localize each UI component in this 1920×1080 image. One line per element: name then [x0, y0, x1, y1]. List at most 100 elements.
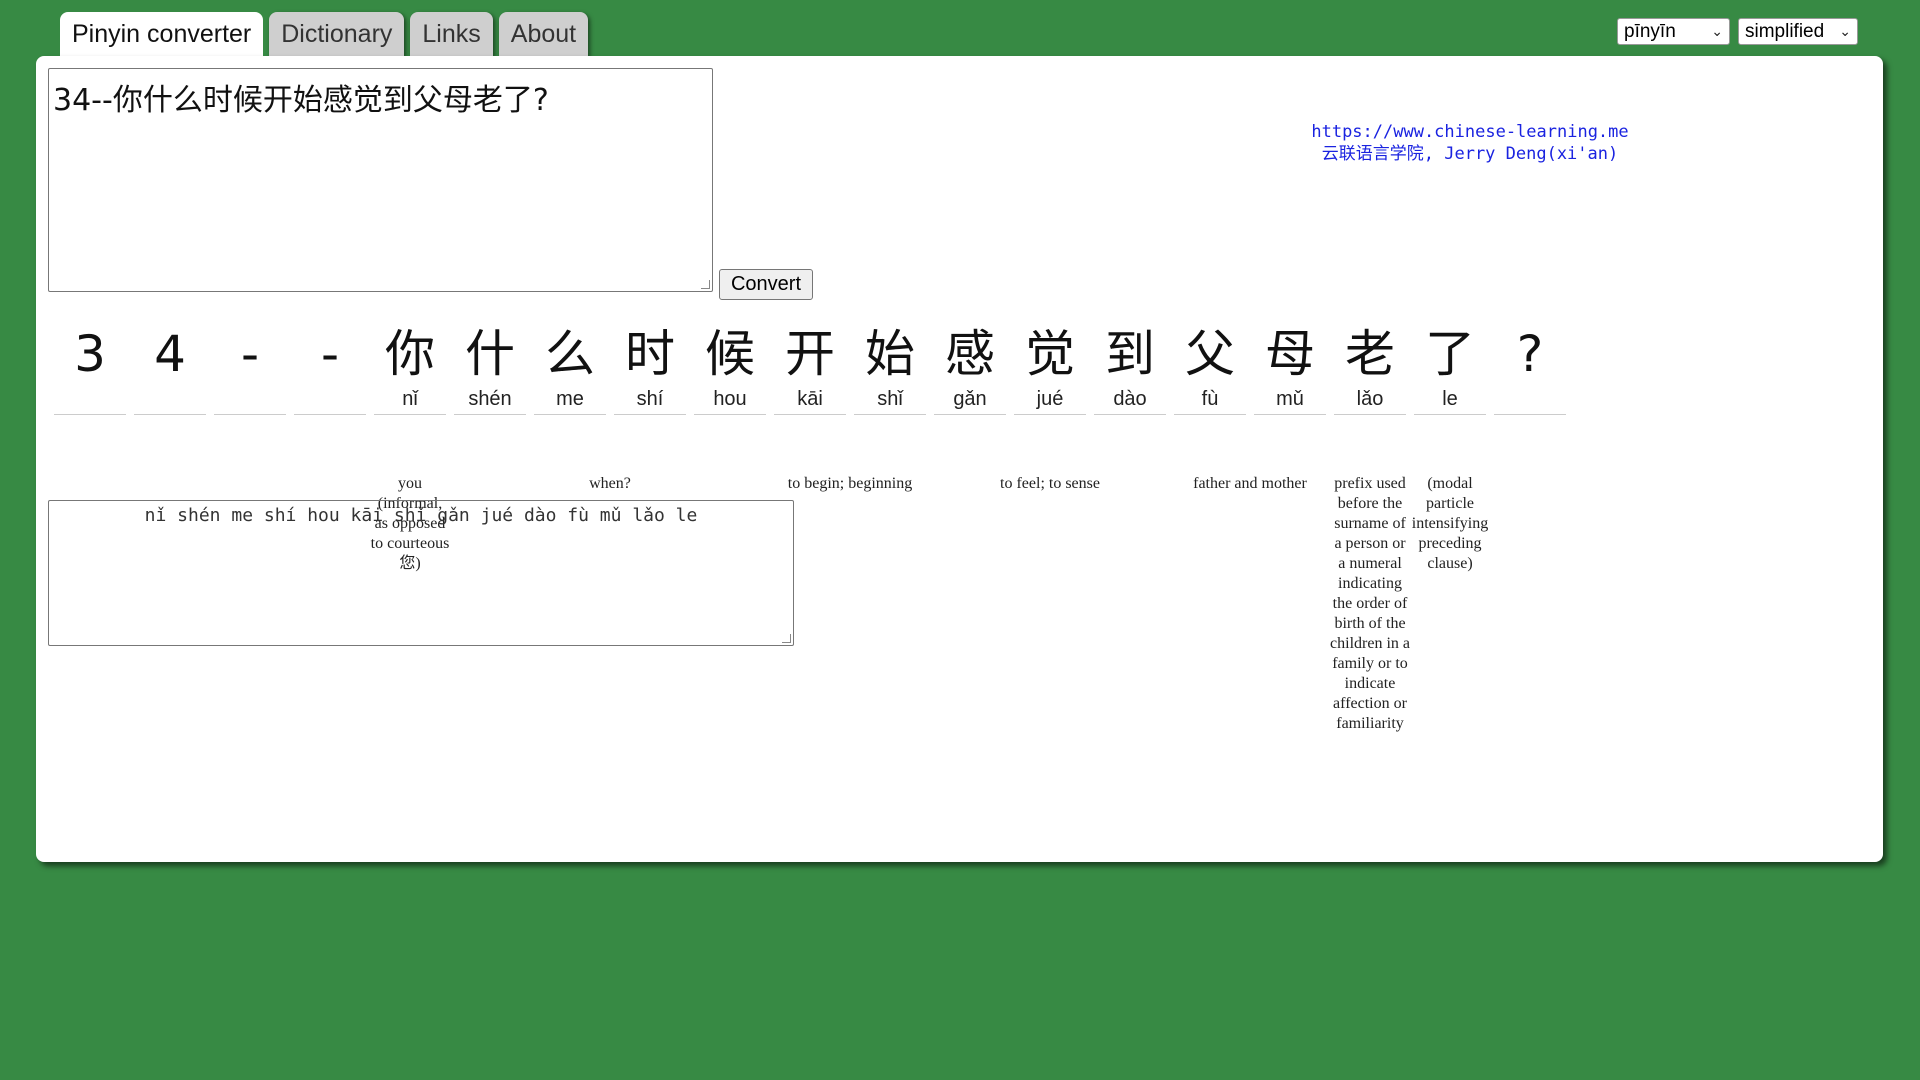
- char-column: 老 lǎo: [1330, 324, 1410, 415]
- tab-about[interactable]: About: [498, 12, 589, 56]
- hanzi-char: 始: [865, 325, 915, 383]
- pinyin-output-textarea[interactable]: nǐ shén me shí hou kāi shǐ gǎn jué dào f…: [48, 500, 794, 646]
- column-rule: [214, 414, 286, 415]
- hanzi-char: 4: [154, 325, 186, 383]
- hanzi-char: 觉: [1025, 325, 1075, 383]
- resize-handle-icon[interactable]: [782, 634, 791, 643]
- pinyin-syllable: shǐ: [877, 388, 903, 410]
- pinyin-syllable: jué: [1036, 388, 1064, 410]
- resize-handle-icon[interactable]: [701, 280, 710, 289]
- column-rule: [454, 414, 526, 415]
- char-column: 么 me: [530, 324, 610, 415]
- pinyin-syllable: gǎn: [953, 388, 987, 410]
- char-column: 3: [50, 324, 130, 415]
- column-rule: [54, 414, 126, 415]
- hanzi-char: -: [240, 325, 260, 383]
- column-rule: [1254, 414, 1326, 415]
- chevron-down-icon: ⌄: [1711, 23, 1723, 39]
- tab-links[interactable]: Links: [410, 12, 493, 56]
- column-rule: [1494, 414, 1566, 415]
- hanzi-char: -: [320, 325, 340, 383]
- pinyin-syllable: mǔ: [1276, 388, 1304, 410]
- column-rule: [1014, 414, 1086, 415]
- hanzi-char: 母: [1265, 325, 1315, 383]
- char-column: 父 fù: [1170, 324, 1250, 415]
- pinyin-mode-select[interactable]: pīnyīn ⌄: [1617, 18, 1730, 45]
- script-value: simplified: [1745, 21, 1825, 42]
- column-rule: [134, 414, 206, 415]
- hanzi-char: 时: [625, 325, 675, 383]
- char-column: 时 shí: [610, 324, 690, 415]
- column-rule: [1334, 414, 1406, 415]
- definition-kaishi: to begin; beginning: [787, 475, 913, 492]
- column-rule: [294, 414, 366, 415]
- char-column: -: [290, 324, 370, 415]
- pinyin-syllable: le: [1442, 388, 1458, 410]
- definition-shenme-shihou: when?: [589, 475, 631, 492]
- script-select[interactable]: simplified ⌄: [1738, 18, 1858, 45]
- definition-lao: prefix used before the surname of a pers…: [1330, 475, 1410, 732]
- tab-dictionary[interactable]: Dictionary: [269, 12, 405, 56]
- column-rule: [614, 414, 686, 415]
- column-rule: [854, 414, 926, 415]
- chinese-input-textarea[interactable]: 34--你什么时候开始感觉到父母老了?: [48, 68, 713, 292]
- hanzi-char: 开: [785, 325, 835, 383]
- char-column: 始 shǐ: [850, 324, 930, 415]
- pinyin-syllable: hou: [713, 388, 747, 410]
- tab-pinyin-converter[interactable]: Pinyin converter: [60, 12, 264, 60]
- column-rule: [1174, 414, 1246, 415]
- column-rule: [1414, 414, 1486, 415]
- char-column: 4: [130, 324, 210, 415]
- hanzi-char: ?: [1516, 325, 1544, 383]
- hanzi-char: 候: [705, 325, 755, 383]
- char-column: 了 le: [1410, 324, 1490, 415]
- site-credit: 云联语言学院, Jerry Deng(xi'an): [1321, 144, 1619, 164]
- definition-ganjue-dao: to feel; to sense: [1000, 475, 1100, 492]
- pinyin-mode-value: pīnyīn: [1624, 21, 1676, 42]
- pinyin-syllable: shí: [636, 388, 664, 410]
- column-rule: [374, 414, 446, 415]
- char-column: 觉 jué: [1010, 324, 1090, 415]
- hanzi-char: 什: [465, 325, 515, 383]
- hanzi-char: 感: [945, 325, 995, 383]
- column-rule: [534, 414, 606, 415]
- pinyin-syllable: me: [556, 388, 584, 410]
- pinyin-syllable: kāi: [797, 388, 823, 410]
- character-grid: 3 4 - - 你 nǐ 什 shén 么 me 时 shí 候 hou 开 kāi 始 sh…: [50, 324, 1570, 415]
- column-rule: [934, 414, 1006, 415]
- hanzi-char: 到: [1105, 325, 1155, 383]
- column-rule: [774, 414, 846, 415]
- pinyin-syllable: dào: [1113, 388, 1147, 410]
- definition-fumu: father and mother: [1193, 475, 1307, 492]
- char-column: 什 shén: [450, 324, 530, 415]
- tab-bar: Pinyin converter Dictionary Links About: [60, 12, 589, 60]
- char-column: 感 gǎn: [930, 324, 1010, 415]
- column-rule: [1094, 414, 1166, 415]
- hanzi-char: 了: [1425, 325, 1475, 383]
- char-column: 到 dào: [1090, 324, 1170, 415]
- input-text: 34--你什么时候开始感觉到父母老了?: [53, 83, 549, 118]
- convert-button[interactable]: Convert: [719, 269, 813, 300]
- output-text: nǐ shén me shí hou kāi shǐ gǎn jué dào f…: [144, 505, 698, 526]
- char-column: -: [210, 324, 290, 415]
- hanzi-char: 么: [545, 325, 595, 383]
- pinyin-syllable: fù: [1201, 388, 1219, 410]
- hanzi-char: 你: [385, 325, 435, 383]
- hanzi-char: 父: [1185, 325, 1235, 383]
- char-column: ?: [1490, 324, 1570, 415]
- hanzi-char: 3: [74, 325, 106, 383]
- definition-le: (modal particle intensifying preceding c…: [1411, 475, 1489, 572]
- char-column: 母 mǔ: [1250, 324, 1330, 415]
- char-column: 开 kāi: [770, 324, 850, 415]
- pinyin-syllable: shén: [468, 388, 512, 410]
- char-column: 候 hou: [690, 324, 770, 415]
- chevron-down-icon: ⌄: [1839, 23, 1851, 39]
- site-info: https://www.chinese-learning.me 云联语言学院, …: [1300, 121, 1640, 165]
- char-column: 你 nǐ: [370, 324, 450, 415]
- pinyin-syllable: nǐ: [402, 388, 418, 410]
- site-url[interactable]: https://www.chinese-learning.me: [1300, 121, 1640, 143]
- option-selects: pīnyīn ⌄ simplified ⌄: [1617, 18, 1858, 45]
- hanzi-char: 老: [1345, 325, 1395, 383]
- converter-panel: 34--你什么时候开始感觉到父母老了? Convert https://www.…: [36, 56, 1883, 862]
- pinyin-syllable: lǎo: [1356, 388, 1384, 410]
